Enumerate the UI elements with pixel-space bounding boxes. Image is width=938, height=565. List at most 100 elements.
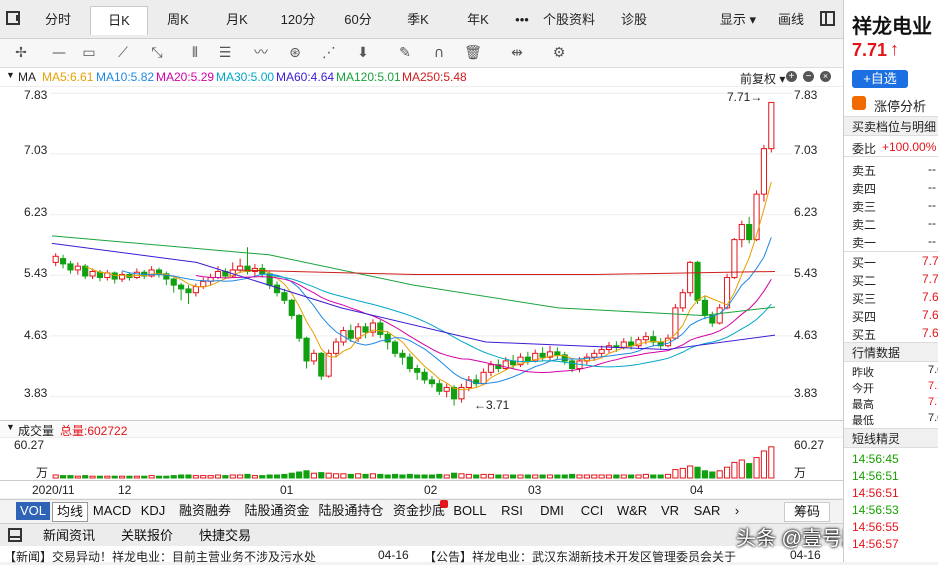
candle	[428, 379, 436, 385]
tick-time[interactable]: 14:56:51	[852, 469, 938, 483]
tick-time[interactable]: 14:56:45	[852, 452, 938, 466]
volume-bar	[635, 474, 642, 479]
tab-vr[interactable]: VR	[656, 502, 684, 520]
tab-120min[interactable]: 120分	[270, 6, 326, 34]
price-tick: 7.83	[794, 88, 818, 102]
tab-ma[interactable]: 均线	[52, 502, 88, 522]
volume-bar	[598, 474, 605, 479]
volume-bar	[487, 473, 495, 479]
tab-quick-trade[interactable]: 快捷交易	[190, 527, 260, 545]
tab-rsi[interactable]: RSI	[496, 502, 528, 520]
price-tick: 3.83	[24, 386, 48, 400]
volume-bar	[119, 475, 126, 479]
tab-yearly-k[interactable]: 年K	[450, 6, 506, 34]
crosshair-icon[interactable]: ✢	[10, 43, 32, 63]
split-icon[interactable]: ⇹	[506, 43, 528, 63]
line-segment-icon[interactable]: —	[48, 43, 70, 63]
new-badge	[440, 500, 448, 508]
volume-bar	[281, 473, 288, 479]
tab-hk-holding[interactable]: 陆股通持仓	[316, 502, 386, 520]
volume-bar	[731, 461, 738, 479]
diagnose-tab[interactable]: 诊股	[604, 6, 664, 34]
volume-bar	[111, 475, 118, 479]
tab-quarterly-k[interactable]: 季K	[390, 6, 446, 34]
tab-weekly-k[interactable]: 周K	[150, 6, 206, 34]
draw-line-button[interactable]: 画线	[768, 6, 814, 34]
tick-time[interactable]: 14:56:57	[852, 537, 938, 551]
tab-monthly-k[interactable]: 月K	[208, 6, 266, 34]
indicator-tabs: VOL 均线 MACD KDJ 融资融券 陆股通资金 陆股通持仓 资金抄底 BO…	[0, 499, 843, 522]
volume-bar	[532, 474, 539, 479]
tab-macd[interactable]: MACD	[90, 502, 134, 520]
candle	[760, 148, 768, 195]
volume-bar	[207, 475, 214, 479]
collapse-icon[interactable]: ▼	[6, 422, 15, 432]
tabs-scroll-right-icon[interactable]: ›	[730, 502, 744, 520]
tab-sar[interactable]: SAR	[690, 502, 724, 520]
candle	[716, 307, 723, 324]
tab-vol[interactable]: VOL	[16, 502, 50, 520]
price-tick: 7.83	[24, 88, 48, 102]
magnet-icon[interactable]: ∩	[428, 43, 450, 63]
volume-bar	[229, 474, 236, 479]
candle	[554, 351, 561, 356]
volume-bar	[192, 475, 199, 479]
up-arrow-icon: ↑	[890, 39, 899, 59]
news-collapse-icon[interactable]	[8, 528, 22, 542]
candle	[694, 261, 701, 301]
stock-profile-tab[interactable]: 个股资料	[538, 6, 600, 34]
date-axis: 2020/11 12 01 02 03 04	[0, 480, 843, 499]
kline-chart[interactable]: ▼ MA MA5:6.61 MA10:5.82 MA20:5.29 MA30:5…	[0, 68, 843, 498]
news-item-text[interactable]: 【新闻】交易异动！祥龙电业：目前主营业务不涉及污水处	[4, 548, 374, 565]
limit-analysis-button[interactable]: 涨停分析	[874, 96, 926, 115]
candle	[406, 356, 413, 370]
price-tick: 4.63	[24, 328, 48, 342]
arrow-down-icon[interactable]: ⬇	[352, 43, 374, 63]
volume-bar	[495, 474, 502, 479]
volume-bar	[141, 475, 148, 479]
volume-bar	[723, 466, 731, 479]
candle	[52, 255, 59, 263]
news-list: 【新闻】交易异动！祥龙电业：目前主营业务不涉及污水处 04-16 【公告】祥龙电…	[0, 546, 843, 565]
tab-hk-flow[interactable]: 陆股通资金	[240, 502, 314, 520]
tab-60min[interactable]: 60分	[330, 6, 386, 34]
tab-wr[interactable]: W&R	[614, 502, 650, 520]
delete-icon[interactable]: 🗑	[462, 43, 484, 63]
rectangle-tool-icon[interactable]: ▭	[78, 43, 100, 63]
back-icon[interactable]	[6, 11, 20, 25]
tab-dmi[interactable]: DMI	[534, 502, 570, 520]
max-price-annotation: 7.71→	[727, 90, 763, 104]
more-periods-button[interactable]: •••	[508, 6, 536, 34]
tab-kdj[interactable]: KDJ	[136, 502, 170, 520]
tick-time[interactable]: 14:56:55	[852, 520, 938, 534]
volume-bar	[642, 473, 649, 479]
volume-bar	[561, 474, 568, 479]
connected-lines-icon[interactable]: ⤡	[146, 43, 168, 63]
tick-time[interactable]: 14:56:51	[852, 486, 938, 500]
tab-margin[interactable]: 融资融券	[174, 502, 236, 520]
date-tick: 03	[528, 483, 542, 497]
parallel-lines-icon[interactable]: ⦀	[184, 43, 206, 63]
chips-button[interactable]: 筹码	[784, 502, 830, 522]
tick-time[interactable]: 14:56:53	[852, 503, 938, 517]
tab-boll[interactable]: BOLL	[450, 502, 490, 520]
cycle-icon[interactable]: ⊛	[284, 43, 306, 63]
tab-daily-k[interactable]: 日K	[90, 6, 148, 35]
volume-bar	[325, 472, 332, 479]
panel-toggle-icon[interactable]	[820, 11, 835, 26]
settings-icon[interactable]: ⚙	[548, 43, 570, 63]
wave-icon[interactable]: 〰	[250, 43, 272, 63]
volume-bar	[613, 474, 620, 479]
fibonacci-icon[interactable]: ☰	[214, 43, 236, 63]
tab-cci[interactable]: CCI	[576, 502, 608, 520]
volume-max-tick: 60.27	[794, 438, 825, 452]
tab-related-quotes[interactable]: 关联报价	[112, 527, 182, 545]
news-item-text[interactable]: 【公告】祥龙电业：武汉东湖新技术开发区管理委员会关于	[424, 548, 774, 565]
tab-fenshi[interactable]: 分时	[30, 6, 86, 34]
display-menu[interactable]: 显示 ▾	[712, 6, 764, 34]
add-watchlist-button[interactable]: +自选	[852, 70, 908, 88]
tab-news[interactable]: 新闻资讯	[34, 527, 104, 545]
gann-icon[interactable]: ⋰	[318, 43, 340, 63]
eraser-icon[interactable]: ✎	[394, 43, 416, 63]
fan-lines-icon[interactable]: ⟋	[112, 43, 134, 63]
